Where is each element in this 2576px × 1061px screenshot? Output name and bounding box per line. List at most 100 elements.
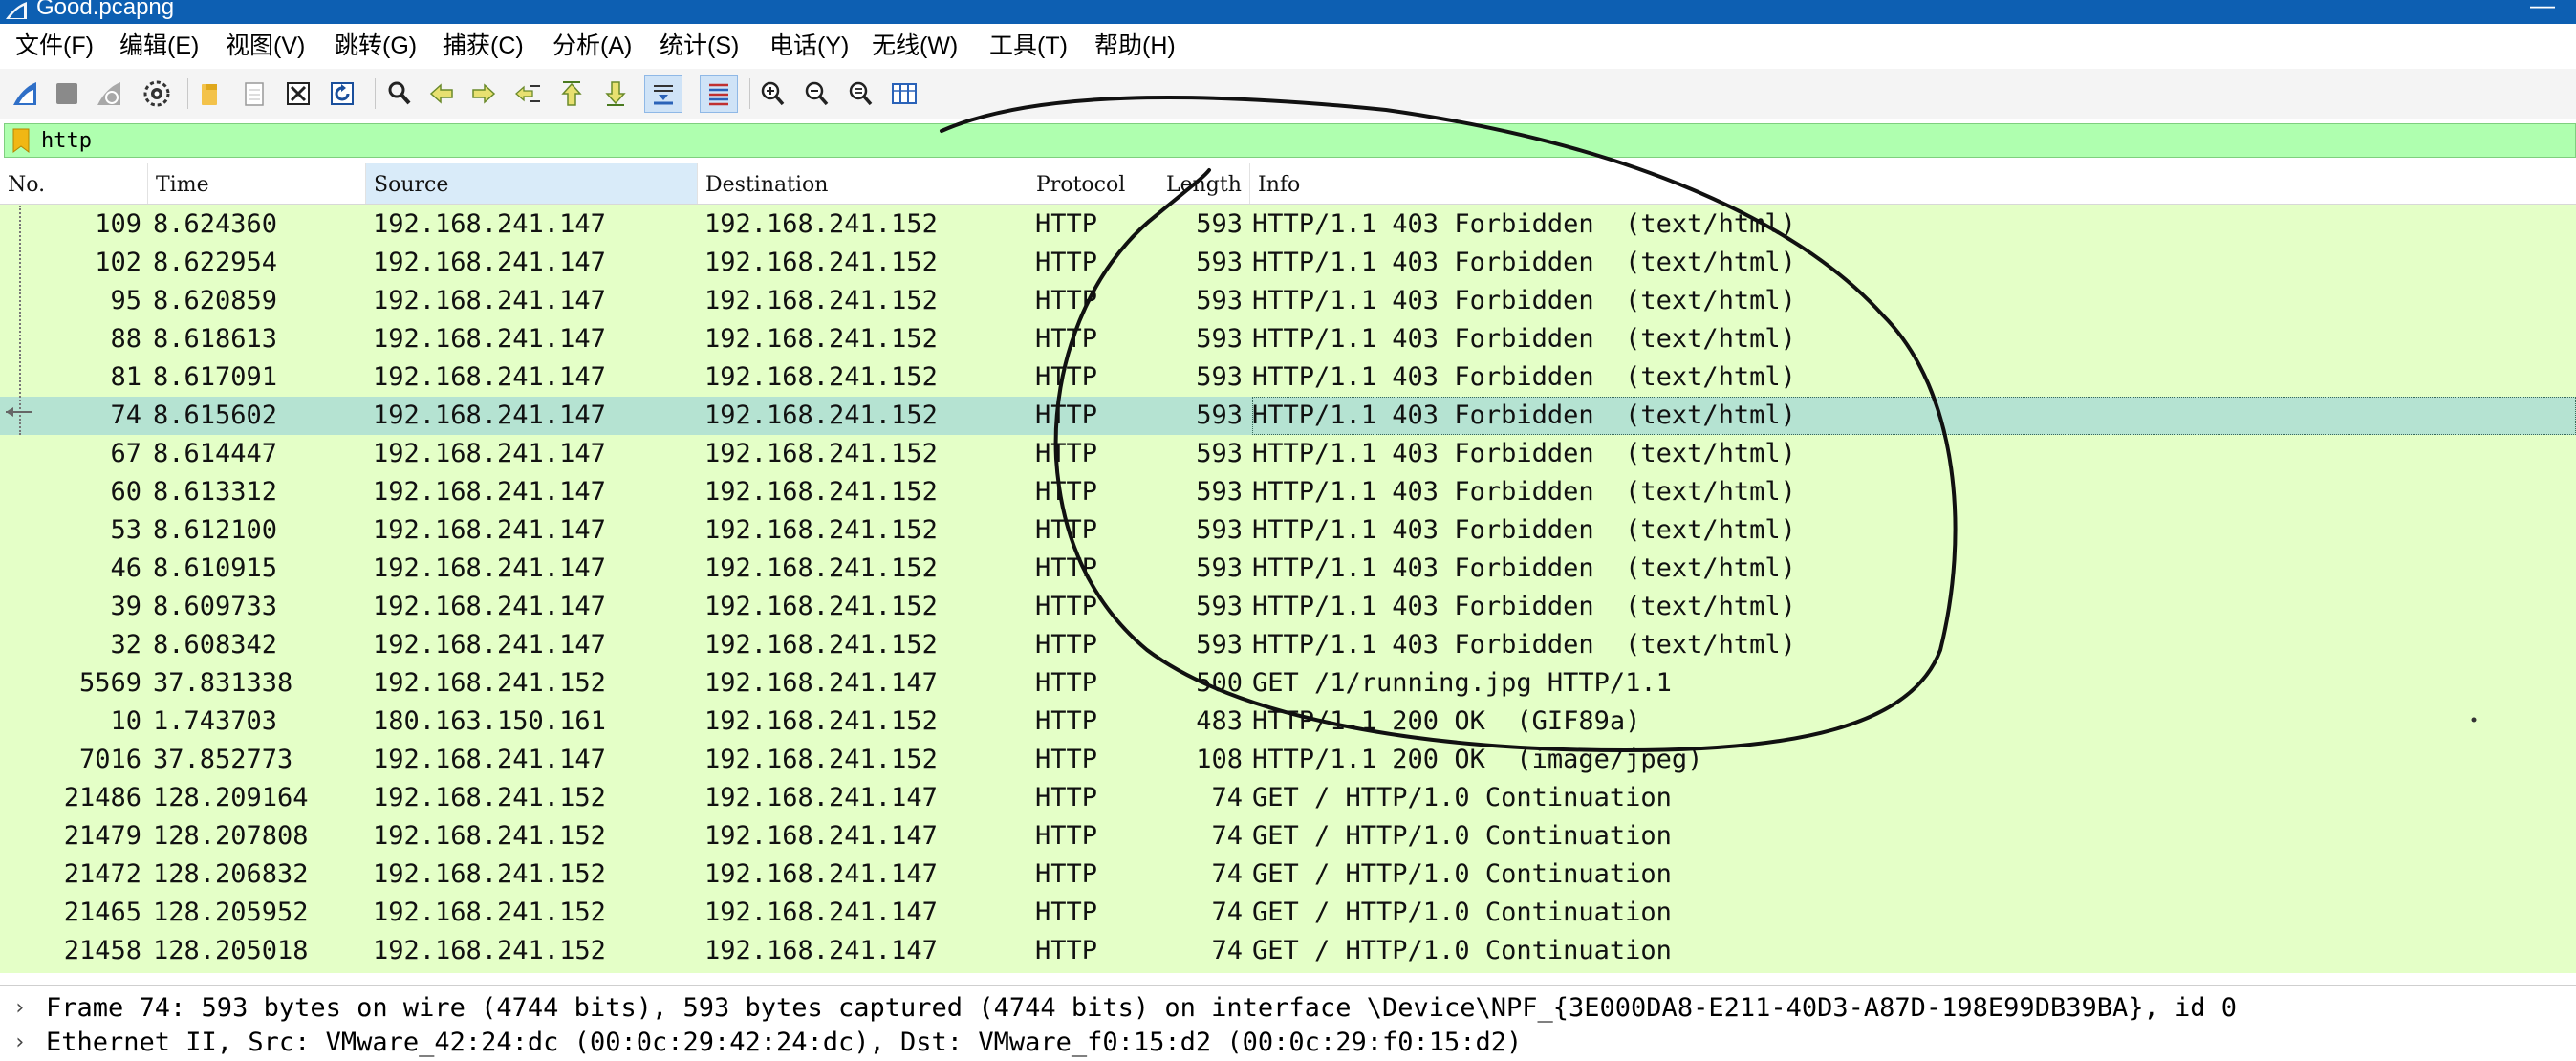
packet-row[interactable]: 46 8.610915 192.168.241.147 192.168.241.152… — [0, 550, 2576, 588]
packet-row[interactable]: 81 8.617091 192.168.241.147 192.168.241.152… — [0, 358, 2576, 397]
menu-item[interactable]: 视图(V) — [226, 32, 305, 60]
packet-time-cell: 8.617091 — [153, 362, 278, 392]
column-header-length[interactable]: Length — [1158, 163, 1250, 204]
packet-no-cell: 7016 — [78, 745, 141, 774]
packet-row[interactable]: 21472 128.206832 192.168.241.152 192.168.24… — [0, 855, 2576, 894]
packet-row[interactable]: 32 8.608342 192.168.241.147 192.168.241.152… — [0, 626, 2576, 664]
menu-item[interactable]: 分析(A) — [552, 32, 632, 60]
packet-dst-cell: 192.168.241.147 — [704, 859, 938, 889]
packet-src-cell: 192.168.241.147 — [373, 592, 606, 621]
packet-time-cell: 37.852773 — [153, 745, 293, 774]
selected-packet-arrow-icon — [6, 407, 32, 417]
capture-options-gear-icon[interactable] — [138, 75, 176, 113]
detail-tree-item[interactable]: › Frame 74: 593 bytes on wire (4744 bits)… — [0, 990, 2576, 1027]
expand-chevron-icon[interactable]: › — [13, 990, 26, 1027]
go-forward-arrow-icon[interactable] — [465, 75, 503, 113]
resize-columns-icon[interactable] — [885, 75, 923, 113]
open-folder-icon[interactable] — [191, 75, 229, 113]
menu-item[interactable]: 编辑(E) — [119, 32, 199, 60]
packet-no-cell: 102 — [95, 248, 141, 277]
shark-fin-start-icon[interactable] — [6, 75, 44, 113]
zoom-out-icon[interactable] — [797, 75, 835, 113]
packet-row[interactable]: 10 1.743703 180.163.150.161 192.168.241.152… — [0, 703, 2576, 741]
expand-chevron-icon[interactable]: › — [13, 1025, 26, 1061]
menu-item[interactable]: 文件(F) — [15, 32, 94, 60]
restart-fin-icon[interactable] — [90, 75, 128, 113]
menu-item[interactable]: 捕获(C) — [443, 32, 524, 60]
packet-row[interactable]: 21479 128.207808 192.168.241.152 192.168.24… — [0, 817, 2576, 855]
column-header-no[interactable]: No. — [0, 163, 148, 204]
menu-item[interactable]: 统计(S) — [660, 32, 739, 60]
packet-no-cell: 21486 — [63, 783, 141, 812]
find-packet-icon[interactable] — [380, 75, 419, 113]
packet-row[interactable]: 5569 37.831338 192.168.241.152 192.168.241.… — [0, 664, 2576, 703]
display-filter-input[interactable] — [41, 126, 2526, 155]
packet-len-cell: 593 — [1196, 439, 1243, 468]
column-header-protocol[interactable]: Protocol — [1028, 163, 1158, 204]
column-header-destination[interactable]: Destination — [698, 163, 1028, 204]
menu-item[interactable]: 电话(Y) — [769, 32, 849, 60]
packet-dst-cell: 192.168.241.152 — [704, 592, 938, 621]
file-icon[interactable] — [235, 75, 273, 113]
packet-len-cell: 74 — [1211, 783, 1243, 812]
detail-tree-item[interactable]: › Ethernet II, Src: VMware_42:24:dc (00:0… — [0, 1025, 2576, 1061]
packet-no-cell: 39 — [110, 592, 141, 621]
column-header-time[interactable]: Time — [148, 163, 366, 204]
packet-row-selected[interactable]: 74 8.615602 192.168.241.147 192.168.241.152… — [0, 397, 2576, 435]
packet-row[interactable]: 21486 128.209164 192.168.241.152 192.168.24… — [0, 779, 2576, 817]
column-header-info[interactable]: Info — [1250, 163, 2576, 204]
packet-row[interactable]: 102 8.622954 192.168.241.147 192.168.241.15… — [0, 244, 2576, 282]
packet-row[interactable]: 109 8.624360 192.168.241.147 192.168.241.15… — [0, 206, 2576, 244]
packet-row[interactable]: 39 8.609733 192.168.241.147 192.168.241.152… — [0, 588, 2576, 626]
menu-item[interactable]: 无线(W) — [872, 32, 958, 60]
packet-row[interactable]: 88 8.618613 192.168.241.147 192.168.241.152… — [0, 320, 2576, 358]
packet-dst-cell: 192.168.241.152 — [704, 286, 938, 315]
packet-no-cell: 10 — [110, 706, 141, 736]
first-packet-icon[interactable] — [552, 75, 591, 113]
packet-info-cell: GET / HTTP/1.0 Continuation — [1252, 783, 1672, 812]
close-file-icon[interactable] — [279, 75, 317, 113]
packet-row[interactable]: 67 8.614447 192.168.241.147 192.168.241.152… — [0, 435, 2576, 473]
normal-size-icon[interactable] — [841, 75, 879, 113]
display-filter-bar — [4, 123, 2576, 158]
packet-time-cell: 128.205952 — [153, 898, 309, 927]
packet-row[interactable]: 53 8.612100 192.168.241.147 192.168.241.152… — [0, 511, 2576, 550]
window-minimize-button[interactable]: — — [2530, 0, 2555, 20]
packet-list[interactable]: No. Time Source Destination Protocol Len… — [0, 163, 2576, 973]
packet-row[interactable]: 95 8.620859 192.168.241.147 192.168.241.152… — [0, 282, 2576, 320]
menu-item[interactable]: 跳转(G) — [335, 32, 417, 60]
packet-info-cell: HTTP/1.1 403 Forbidden (text/html) — [1252, 515, 1796, 545]
packet-row[interactable]: 60 8.613312 192.168.241.147 192.168.241.152… — [0, 473, 2576, 511]
packet-len-cell: 500 — [1196, 668, 1243, 698]
packet-info-cell: HTTP/1.1 403 Forbidden (text/html) — [1252, 209, 1796, 239]
column-header-source[interactable]: Source — [366, 163, 698, 204]
last-packet-icon[interactable] — [596, 75, 635, 113]
packet-dst-cell: 192.168.241.152 — [704, 553, 938, 583]
go-back-arrow-icon[interactable] — [422, 75, 461, 113]
packet-row[interactable]: 7016 37.852773 192.168.241.147 192.168.241.… — [0, 741, 2576, 779]
packet-no-cell: 32 — [110, 630, 141, 660]
packet-time-cell: 37.831338 — [153, 668, 293, 698]
packet-no-cell: 109 — [95, 209, 141, 239]
packet-time-cell: 8.610915 — [153, 553, 278, 583]
filter-bookmark-icon[interactable] — [11, 128, 32, 153]
stop-square-icon[interactable] — [48, 75, 86, 113]
packet-no-cell: 88 — [110, 324, 141, 354]
go-to-packet-icon[interactable] — [509, 75, 547, 113]
autoscroll-icon[interactable] — [644, 75, 682, 113]
packet-time-cell: 8.615602 — [153, 401, 278, 430]
packet-time-cell: 1.743703 — [153, 706, 278, 736]
colorize-icon[interactable] — [700, 75, 738, 113]
menu-item[interactable]: 帮助(H) — [1094, 32, 1176, 60]
packet-no-cell: 53 — [110, 515, 141, 545]
zoom-in-icon[interactable] — [753, 75, 791, 113]
packet-row[interactable]: 21465 128.205952 192.168.241.152 192.168.24… — [0, 894, 2576, 932]
packet-time-cell: 8.612100 — [153, 515, 278, 545]
reload-icon[interactable] — [323, 75, 361, 113]
packet-len-cell: 593 — [1196, 286, 1243, 315]
window-title: Good.pcapng — [36, 0, 175, 20]
packet-time-cell: 128.207808 — [153, 821, 309, 851]
packet-row[interactable]: 21458 128.205018 192.168.241.152 192.168.24… — [0, 932, 2576, 970]
menu-item[interactable]: 工具(T) — [989, 32, 1068, 60]
packet-dst-cell: 192.168.241.147 — [704, 936, 938, 965]
